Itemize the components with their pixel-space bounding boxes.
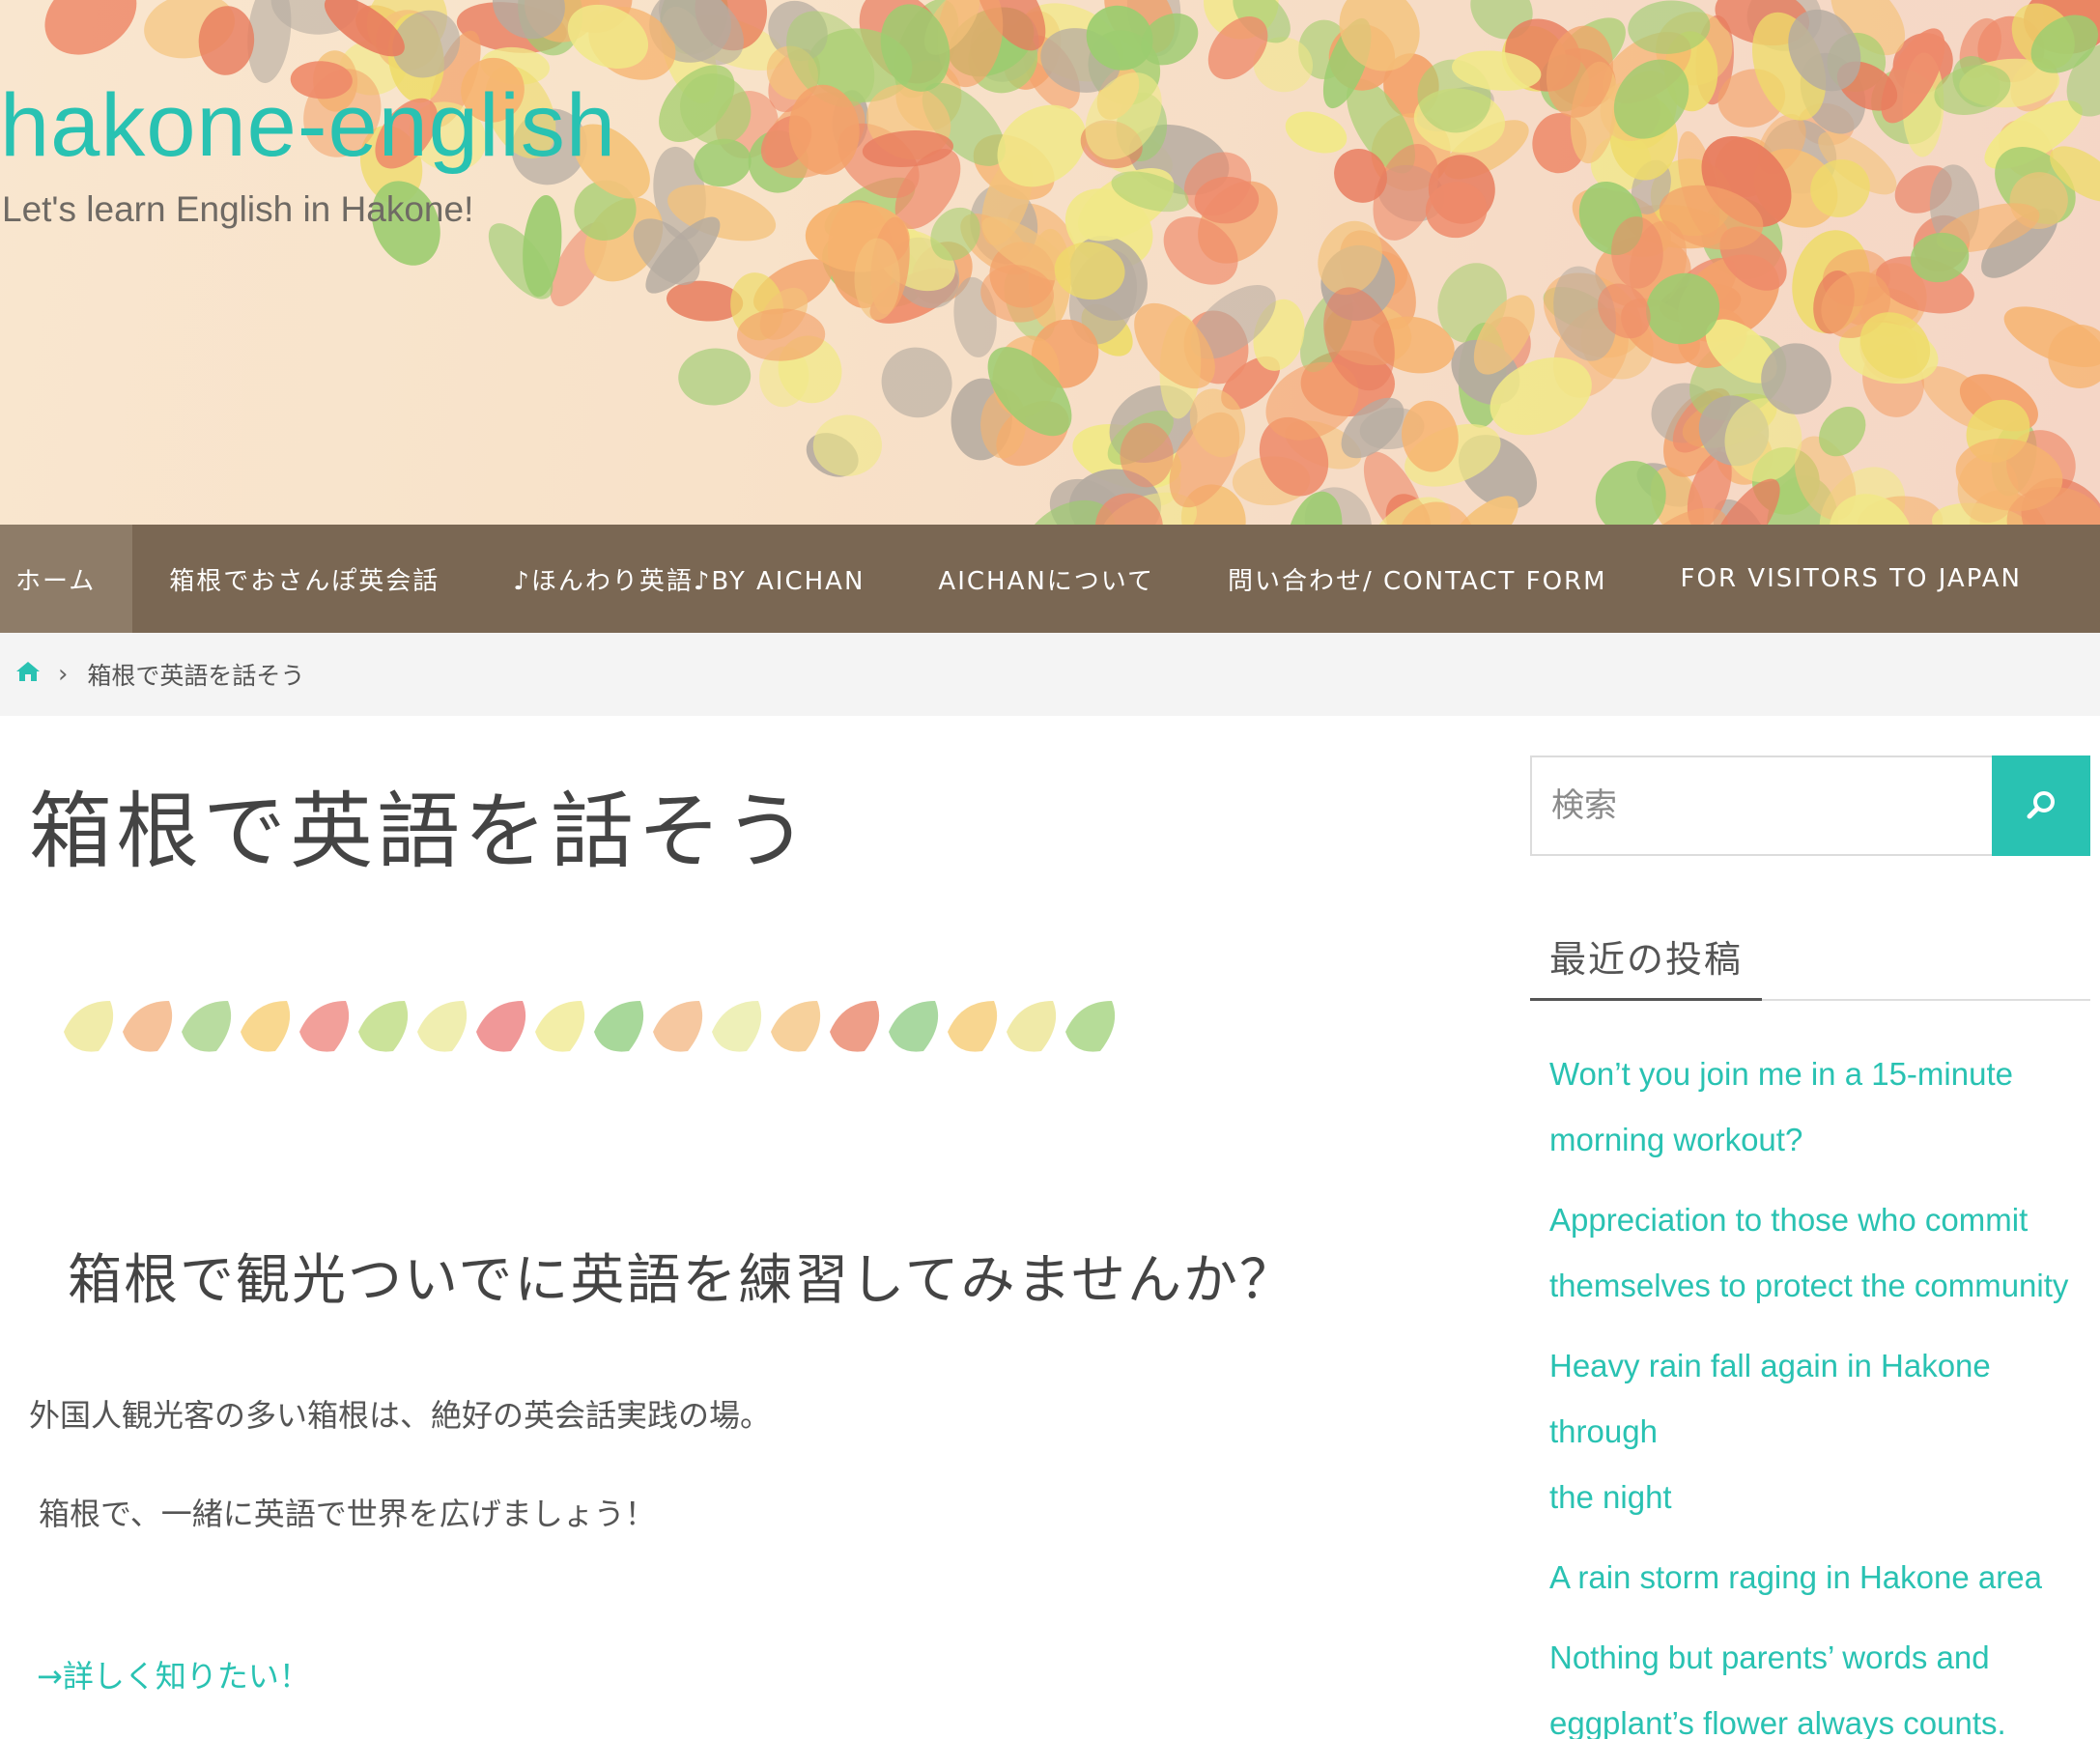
leaf-shape: [2003, 306, 2100, 368]
recent-post-line: Won’t you join me in a 15-minute: [1549, 1056, 2013, 1092]
nav-item-home[interactable]: ホーム: [0, 525, 133, 633]
intro-paragraph-2: 箱根で、一緒に英語で世界を広げましょう！: [39, 1496, 656, 1532]
garland-leaf: [182, 1001, 232, 1052]
site-description: Let's learn English in Hakone!: [2, 189, 474, 229]
search-button[interactable]: [1992, 755, 2090, 856]
recent-post-line: A rain storm raging in Hakone area: [1549, 1559, 2042, 1595]
recent-post-line: Heavy rain fall again in Hakone through: [1549, 1348, 1991, 1449]
search-icon: [2025, 788, 2057, 824]
recent-post-line: eggplant’s flower always counts.: [1549, 1705, 2006, 1739]
leaf-garland-decoration: [64, 1001, 1116, 1052]
breadcrumb-current: 箱根で英語を話そう: [87, 662, 305, 690]
garland-leaf: [889, 1001, 939, 1052]
garland-leaf: [1007, 1001, 1057, 1052]
search-input[interactable]: [1530, 755, 1992, 856]
garland-leaf: [358, 1001, 409, 1052]
intro-paragraph-1: 外国人観光客の多い箱根は、絶好の英会話実践の場。: [29, 1397, 772, 1434]
garland-leaf: [1065, 1001, 1116, 1052]
site-title[interactable]: hakone-english: [0, 75, 616, 177]
home-icon[interactable]: [15, 660, 41, 689]
garland-leaf: [830, 1001, 880, 1052]
intro-heading: 箱根で観光ついでに英語を練習してみませんか？: [68, 1249, 1295, 1312]
recent-post-link[interactable]: Appreciation to those who commit themsel…: [1549, 1187, 2100, 1319]
recent-post-line: themselves to protect the community: [1549, 1268, 2069, 1303]
breadcrumb: › 箱根で英語を話そう: [0, 633, 2100, 716]
nav-item-about-aichan[interactable]: AICHANについて: [901, 525, 1191, 633]
garland-leaf: [594, 1001, 644, 1052]
garland-leaf: [476, 1001, 526, 1052]
site-header: hakone-english Let's learn English in Ha…: [0, 0, 2100, 525]
recent-post-line: Nothing but parents’ words and: [1549, 1639, 1990, 1675]
garland-leaf: [712, 1001, 762, 1052]
leaf-shape: [678, 348, 752, 406]
leaf-shape: [1285, 111, 1348, 154]
nav-item-contact[interactable]: 問い合わせ/ CONTACT FORM: [1191, 525, 1644, 633]
nav-item-walking-english[interactable]: 箱根でおさんぽ英会話: [132, 525, 476, 633]
garland-leaf: [771, 1001, 821, 1052]
list-item: Heavy rain fall again in Hakone through …: [1549, 1333, 2100, 1530]
garland-leaf: [417, 1001, 468, 1052]
leaf-shape: [854, 238, 900, 321]
leaf-shape: [44, 0, 137, 55]
recent-post-line: Appreciation to those who commit: [1549, 1202, 2029, 1238]
list-item: A rain storm raging in Hakone area: [1549, 1545, 2100, 1611]
recent-posts-title: 最近の投稿: [1549, 938, 1744, 981]
garland-leaf: [299, 1001, 350, 1052]
breadcrumb-separator: ›: [58, 660, 69, 689]
page-title: 箱根で英語を話そう: [29, 784, 811, 880]
learn-more-link[interactable]: →詳しく知りたい！: [37, 1652, 310, 1696]
garland-leaf: [535, 1001, 585, 1052]
garland-leaf: [123, 1001, 173, 1052]
recent-post-link[interactable]: Heavy rain fall again in Hakone through …: [1549, 1333, 2100, 1530]
recent-post-link[interactable]: Won’t you join me in a 15-minute morning…: [1549, 1041, 2100, 1173]
recent-post-line: the night: [1549, 1479, 1672, 1515]
recent-post-link[interactable]: A rain storm raging in Hakone area: [1549, 1545, 2100, 1611]
nav-item-honwari-english[interactable]: ♪ほんわり英語♪BY AICHAN: [476, 525, 901, 633]
main-nav: ホーム 箱根でおさんぽ英会話 ♪ほんわり英語♪BY AICHAN AICHANに…: [0, 525, 2100, 633]
recent-post-link[interactable]: Nothing but parents’ words and eggplant’…: [1549, 1625, 2100, 1739]
list-item: Won’t you join me in a 15-minute morning…: [1549, 1041, 2100, 1173]
garland-leaf: [241, 1001, 291, 1052]
widget-divider-accent: [1530, 998, 1762, 1001]
garland-leaf: [64, 1001, 114, 1052]
list-item: Nothing but parents’ words and eggplant’…: [1549, 1625, 2100, 1739]
garland-leaf: [653, 1001, 703, 1052]
garland-leaf: [948, 1001, 998, 1052]
list-item: Appreciation to those who commit themsel…: [1549, 1187, 2100, 1319]
recent-post-line: morning workout?: [1549, 1122, 1803, 1157]
recent-posts-list: Won’t you join me in a 15-minute morning…: [1549, 1041, 2100, 1739]
nav-item-visitors[interactable]: FOR VISITORS TO JAPAN: [1644, 525, 2058, 633]
search-form: [1530, 755, 2090, 856]
